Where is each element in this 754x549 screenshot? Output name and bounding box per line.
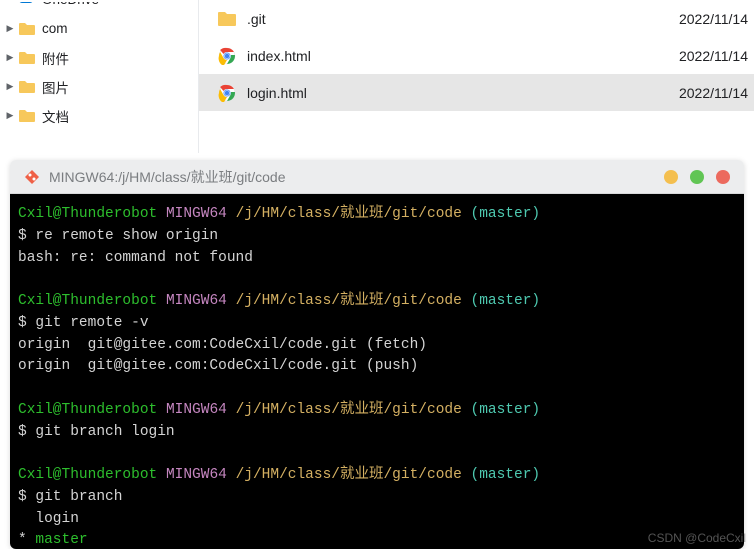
folder-tree: OneDrive ▶ com ▶ 附件 ▶ 图片 ▶ [0,0,198,153]
git-icon [24,169,40,185]
chevron-right-icon: ▶ [4,81,16,93]
tree-label: com [42,21,68,36]
folder-icon [18,78,36,96]
close-button[interactable] [716,170,730,184]
titlebar[interactable]: MINGW64:/j/HM/class/就业班/git/code [10,160,744,194]
tree-item-documents[interactable]: ▶ 文档 [0,101,198,130]
folder-icon [18,20,36,38]
tree-item-pictures[interactable]: ▶ 图片 [0,72,198,101]
minimize-button[interactable] [664,170,678,184]
chrome-icon [217,46,237,66]
window-title: MINGW64:/j/HM/class/就业班/git/code [49,167,652,187]
chrome-icon [217,83,237,103]
onedrive-icon [18,2,36,9]
folder-icon [217,9,237,29]
file-name: index.html [247,48,650,64]
tree-item-onedrive[interactable]: OneDrive [0,2,99,14]
file-name: .git [247,11,650,27]
tree-item-com[interactable]: ▶ com [0,14,198,43]
terminal-window: MINGW64:/j/HM/class/就业班/git/code Cxil@Th… [10,160,744,549]
tree-label: OneDrive [42,2,99,7]
chevron-right-icon: ▶ [4,23,16,35]
file-name: login.html [247,85,650,101]
tree-item-attachments[interactable]: ▶ 附件 [0,43,198,72]
folder-icon [18,107,36,125]
tree-label: 文档 [42,106,69,126]
watermark: CSDN @CodeCxil [648,531,746,545]
file-explorer: OneDrive ▶ com ▶ 附件 ▶ 图片 ▶ [0,0,754,153]
file-date: 2022/11/14 [650,85,754,101]
chevron-right-icon: ▶ [4,110,16,122]
file-row-index[interactable]: index.html 2022/11/14 [199,37,754,74]
folder-icon [18,49,36,67]
tree-label: 附件 [42,48,69,68]
tree-label: 图片 [42,77,69,97]
chevron-icon [4,2,16,6]
file-row-git[interactable]: .git 2022/11/14 [199,0,754,37]
file-list: .git 2022/11/14 index.html 2022/11/14 lo… [198,0,754,153]
file-row-login[interactable]: login.html 2022/11/14 [199,74,754,111]
terminal-content[interactable]: Cxil@Thunderobot MINGW64 /j/HM/class/就业班… [10,194,744,549]
file-date: 2022/11/14 [650,11,754,27]
maximize-button[interactable] [690,170,704,184]
chevron-right-icon: ▶ [4,52,16,64]
file-date: 2022/11/14 [650,48,754,64]
